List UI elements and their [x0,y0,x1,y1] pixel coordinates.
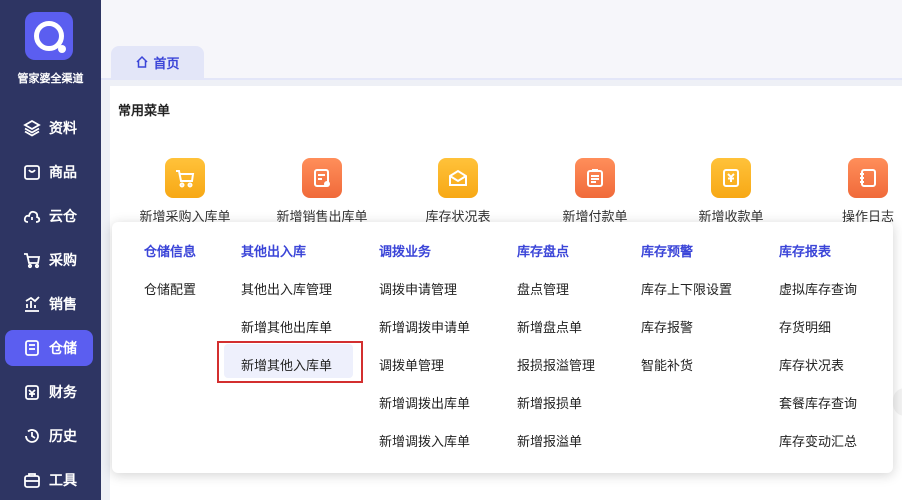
sidebar-item-label: 资料 [49,121,77,137]
menu-item-new-other-out[interactable]: 新增其他出库单 [241,317,332,336]
envelope-icon [438,158,478,198]
cloud-icon [22,206,42,226]
sidebar-item-label: 仓储 [49,341,77,357]
sidebar-item-warehouse[interactable]: 仓储 [5,330,93,366]
yen-doc-icon [711,158,751,198]
sidebar-item-cloud[interactable]: 云仓 [5,198,93,234]
menu-item-transfer-request-manage[interactable]: 调拨申请管理 [379,279,457,298]
highlight-annotation-box [217,341,363,383]
cart-icon [22,250,42,270]
sidebar-item-goods[interactable]: 商品 [5,154,93,190]
quick-inventory-status[interactable]: 库存状况表 [393,158,523,225]
menu-item-other-io-manage[interactable]: 其他出入库管理 [241,279,332,298]
sidebar-item-data[interactable]: 资料 [5,110,93,146]
purchase-cart-icon [165,158,205,198]
menu-column-header: 库存报表 [779,245,832,260]
menu-column-header: 其他出入库 [241,245,307,260]
menu-item-new-overflow[interactable]: 新增报溢单 [517,431,582,450]
app-logo [25,12,73,60]
home-icon [135,55,149,69]
menu-item-combo-stock-query[interactable]: 套餐库存查询 [779,393,857,412]
sidebar-item-label: 采购 [49,253,77,269]
tab-home[interactable]: 首页 [111,46,204,78]
sidebar-item-label: 历史 [49,429,77,445]
common-menu-title: 常用菜单 [118,104,171,119]
shop-icon [22,162,42,182]
notebook-icon [848,158,888,198]
sidebar-item-sales[interactable]: 销售 [5,286,93,322]
menu-item-new-transfer-out[interactable]: 新增调拨出库单 [379,393,470,412]
menu-item-loss-overflow-manage[interactable]: 报损报溢管理 [517,355,595,374]
sidebar-item-label: 销售 [49,297,77,313]
menu-item-stock-alarm[interactable]: 库存报警 [641,317,693,336]
menu-item-warehouse-config[interactable]: 仓储配置 [144,279,196,298]
menu-item-new-transfer-request[interactable]: 新增调拨申请单 [379,317,470,336]
quick-new-receipt[interactable]: 新增收款单 [666,158,796,225]
sidebar-item-finance[interactable]: 财务 [5,374,93,410]
sidebar-item-label: 财务 [49,385,77,401]
quick-operation-log[interactable]: 操作日志 [803,158,902,225]
chart-icon [22,294,42,314]
menu-column-header: 库存预警 [641,245,694,260]
menu-item-stock-change-summary[interactable]: 库存变动汇总 [779,431,857,450]
menu-item-stock-limits[interactable]: 库存上下限设置 [641,279,732,298]
menu-item-smart-replenish[interactable]: 智能补货 [641,355,693,374]
quick-new-sales-out[interactable]: 新增销售出库单 [257,158,387,225]
quick-new-payment[interactable]: 新增付款单 [530,158,660,225]
layers-icon [22,118,42,138]
clipboard-icon [575,158,615,198]
menu-column-header: 仓储信息 [144,245,197,260]
menu-column-header: 库存盘点 [517,245,570,260]
sidebar-item-label: 工具 [49,473,77,489]
sidebar-item-history[interactable]: 历史 [5,418,93,454]
menu-item-new-loss[interactable]: 新增报损单 [517,393,582,412]
tab-label: 首页 [153,56,180,72]
menu-item-stocktake-manage[interactable]: 盘点管理 [517,279,569,298]
history-icon [22,426,42,446]
finance-icon [22,382,42,402]
tab-bar: 首页 [101,0,902,80]
sidebar-item-purchase[interactable]: 采购 [5,242,93,278]
menu-item-stock-status-report[interactable]: 库存状况表 [779,355,844,374]
warehouse-icon [22,338,42,358]
sidebar-item-tools[interactable]: 工具 [5,462,93,498]
menu-item-transfer-manage[interactable]: 调拨单管理 [379,355,444,374]
quick-new-purchase-in[interactable]: 新增采购入库单 [120,158,250,225]
sales-doc-icon [302,158,342,198]
menu-item-stock-detail[interactable]: 存货明细 [779,317,831,336]
brand-name: 管家婆全渠道 [17,72,84,85]
sidebar-item-label: 云仓 [49,209,77,225]
sidebar: 管家婆全渠道 资料 商品 云仓 采购 销售 仓储 财务 历史 工具 [0,0,101,500]
menu-item-new-stocktake[interactable]: 新增盘点单 [517,317,582,336]
toolbox-icon [22,470,42,490]
warehouse-dropdown-menu: 仓储信息 仓储配置 其他出入库 其他出入库管理 新增其他出库单 新增其他入库单 … [112,222,893,473]
menu-item-new-transfer-in[interactable]: 新增调拨入库单 [379,431,470,450]
menu-item-virtual-stock-query[interactable]: 虚拟库存查询 [779,279,857,298]
sidebar-item-label: 商品 [49,165,77,181]
menu-column-header: 调拨业务 [379,245,432,260]
